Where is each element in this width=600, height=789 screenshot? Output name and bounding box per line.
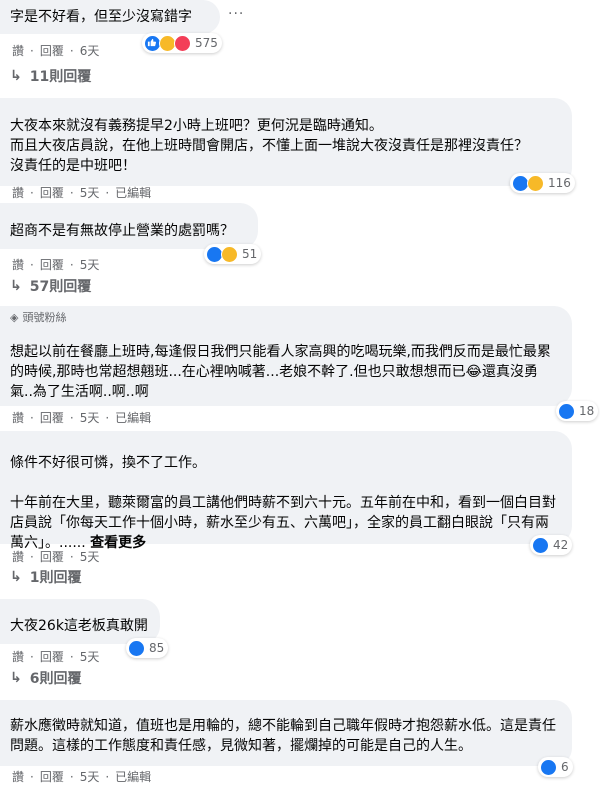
like-link[interactable]: 讚 bbox=[12, 256, 24, 273]
comment-text: 大夜26k這老板真敢開 bbox=[10, 618, 148, 634]
reaction-count: 51 bbox=[242, 247, 258, 261]
comment-time[interactable]: 5天 bbox=[80, 409, 100, 426]
top-fan-badge[interactable]: ◈ 頭號粉絲 bbox=[10, 306, 560, 326]
reaction-count: 42 bbox=[553, 538, 569, 552]
comment-time[interactable]: 5天 bbox=[80, 648, 100, 665]
reply-link[interactable]: 回覆 bbox=[40, 768, 64, 785]
reply-arrow-icon: ↳ bbox=[10, 68, 22, 84]
love-reaction-icon bbox=[174, 34, 191, 52]
view-replies[interactable]: ↳ 57則回覆 bbox=[10, 276, 91, 296]
view-replies[interactable]: ↳ 1則回覆 bbox=[10, 567, 81, 587]
comment-time[interactable]: 5天 bbox=[80, 548, 100, 565]
like-link[interactable]: 讚 bbox=[12, 548, 24, 565]
comment-actions: 讚 · 回覆 · 5天 bbox=[12, 548, 100, 565]
reply-link[interactable]: 回覆 bbox=[40, 548, 64, 565]
comment-bubble: 大夜本來就沒有義務提早2小時上班吧？更何況是臨時通知。 而且大夜店員說，在他上班… bbox=[0, 98, 572, 186]
reply-link[interactable]: 回覆 bbox=[40, 648, 64, 665]
reply-arrow-icon: ↳ bbox=[10, 670, 22, 686]
comment-bubble: 薪水應徵時就知道，值班也是用輪的，總不能輪到自己職年假時才抱怨薪水低。這是責任問… bbox=[0, 700, 572, 766]
reaction-count: 18 bbox=[579, 404, 595, 418]
like-link[interactable]: 讚 bbox=[12, 768, 24, 785]
more-options-icon[interactable]: ··· bbox=[228, 6, 244, 22]
like-link[interactable]: 讚 bbox=[12, 42, 24, 59]
reply-link[interactable]: 回覆 bbox=[40, 42, 64, 59]
reaction-summary[interactable]: 42 bbox=[530, 535, 573, 555]
comment-actions: 讚 · 回覆 · 5天 bbox=[12, 256, 100, 273]
comment-time[interactable]: 5天 bbox=[80, 768, 100, 785]
like-reaction-icon bbox=[540, 758, 557, 776]
reaction-summary[interactable]: 116 bbox=[510, 173, 575, 193]
haha-reaction-icon bbox=[527, 174, 544, 192]
comment-actions: 讚 · 回覆 · 6天 bbox=[12, 42, 100, 59]
comment-bubble: 超商不是有無故停止營業的處罰嗎？ bbox=[0, 203, 258, 249]
reply-arrow-icon: ↳ bbox=[10, 278, 22, 294]
reaction-count: 6 bbox=[561, 760, 569, 774]
replies-count: 57則回覆 bbox=[29, 279, 92, 295]
sad-reaction-icon bbox=[221, 245, 238, 263]
badge-label: 頭號粉絲 bbox=[22, 311, 67, 324]
like-reaction-icon bbox=[532, 536, 549, 554]
edited-label[interactable]: 已編輯 bbox=[115, 409, 151, 426]
like-link[interactable]: 讚 bbox=[12, 409, 24, 426]
commenter-name[interactable] bbox=[10, 431, 560, 449]
comment-actions: 讚 · 回覆 · 5天 bbox=[12, 648, 100, 665]
comment-text: 大夜本來就沒有義務提早2小時上班吧？更何況是臨時通知。 而且大夜店員說，在他上班… bbox=[10, 118, 528, 174]
comment-actions: 讚 · 回覆 · 5天 · 已編輯 bbox=[12, 409, 152, 426]
comment-text: 超商不是有無故停止營業的處罰嗎？ bbox=[10, 223, 234, 239]
reaction-summary[interactable]: 18 bbox=[556, 401, 599, 421]
comment-time[interactable]: 6天 bbox=[80, 42, 100, 59]
reaction-count: 575 bbox=[195, 36, 218, 50]
replies-count: 11則回覆 bbox=[29, 69, 92, 85]
commenter-name[interactable] bbox=[10, 203, 246, 221]
like-link[interactable]: 讚 bbox=[12, 184, 24, 201]
reaction-summary[interactable]: 85 bbox=[126, 638, 169, 658]
commenter-name[interactable] bbox=[10, 98, 560, 116]
commenter-name[interactable] bbox=[10, 599, 148, 616]
diamond-icon: ◈ bbox=[10, 311, 19, 324]
edited-label[interactable]: 已編輯 bbox=[115, 768, 151, 785]
comment-bubble: 字是不好看，但至少沒寫錯字 bbox=[0, 0, 220, 34]
reaction-count: 116 bbox=[548, 176, 571, 190]
edited-label[interactable]: 已編輯 bbox=[115, 184, 151, 201]
reply-link[interactable]: 回覆 bbox=[40, 409, 64, 426]
comment-text: 字是不好看，但至少沒寫錯字 bbox=[10, 9, 192, 25]
comment-time[interactable]: 5天 bbox=[80, 256, 100, 273]
comment-time[interactable]: 5天 bbox=[80, 184, 100, 201]
comment-actions: 讚 · 回覆 · 5天 · 已編輯 bbox=[12, 768, 152, 785]
reply-link[interactable]: 回覆 bbox=[40, 256, 64, 273]
commenter-name[interactable] bbox=[10, 700, 560, 716]
reaction-summary[interactable]: 575 bbox=[142, 33, 222, 53]
view-replies[interactable]: ↳ 6則回覆 bbox=[10, 668, 81, 688]
comment-bubble: ◈ 頭號粉絲 想起以前在餐廳上班時,每逢假日我們只能看人家高興的吃喝玩樂,而我們… bbox=[0, 306, 572, 406]
reply-link[interactable]: 回覆 bbox=[40, 184, 64, 201]
replies-count: 1則回覆 bbox=[29, 570, 82, 586]
like-link[interactable]: 讚 bbox=[12, 648, 24, 665]
comment-bubble: 條件不好很可憐，換不了工作。 十年前在大里，聽萊爾富的員工講他們時薪不到六十元。… bbox=[0, 431, 572, 551]
view-replies[interactable]: ↳ 11則回覆 bbox=[10, 66, 91, 86]
comment-text: 薪水應徵時就知道，值班也是用輪的，總不能輪到自己職年假時才抱怨薪水低。這是責任問… bbox=[10, 718, 556, 754]
reaction-count: 85 bbox=[149, 641, 165, 655]
reaction-summary[interactable]: 6 bbox=[538, 757, 573, 777]
replies-count: 6則回覆 bbox=[29, 671, 82, 687]
like-reaction-icon bbox=[128, 639, 145, 657]
comment-text: 條件不好很可憐，換不了工作。 十年前在大里，聽萊爾富的員工講他們時薪不到六十元。… bbox=[10, 449, 560, 553]
like-reaction-icon bbox=[558, 402, 575, 420]
reply-arrow-icon: ↳ bbox=[10, 569, 22, 585]
comment-text: 想起以前在餐廳上班時,每逢假日我們只能看人家高興的吃喝玩樂,而我們反而是最忙最累… bbox=[10, 344, 551, 400]
reaction-summary[interactable]: 51 bbox=[204, 244, 262, 264]
comment-actions: 讚 · 回覆 · 5天 · 已編輯 bbox=[12, 184, 152, 201]
